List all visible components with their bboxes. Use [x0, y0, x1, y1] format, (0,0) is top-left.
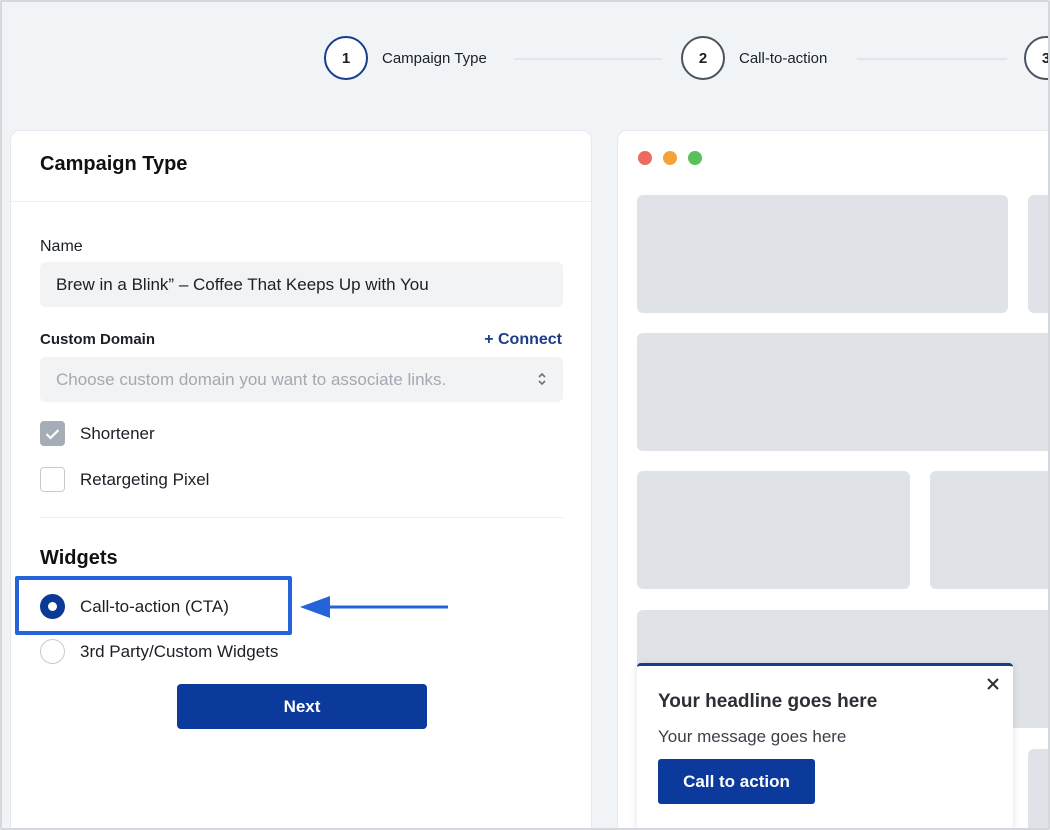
step-call-to-action[interactable]: 2 Call-to-action: [681, 36, 827, 80]
placeholder-block: [1028, 195, 1048, 313]
third-party-option[interactable]: 3rd Party/Custom Widgets: [40, 639, 278, 664]
next-button[interactable]: Next: [177, 684, 427, 729]
panel-title: Campaign Type: [40, 153, 188, 175]
placeholder-block: [637, 471, 910, 589]
cta-radio[interactable]: [40, 594, 65, 619]
chevron-up-down-icon: [537, 372, 547, 388]
step-campaign-type[interactable]: 1 Campaign Type: [324, 36, 487, 80]
checkmark-icon: [45, 428, 60, 440]
cta-option-label: Call-to-action (CTA): [80, 596, 229, 616]
retargeting-option[interactable]: Retargeting Pixel: [40, 467, 209, 492]
placeholder-block: [637, 333, 1048, 451]
third-party-radio[interactable]: [40, 639, 65, 664]
cta-option[interactable]: Call-to-action (CTA): [40, 594, 229, 619]
retargeting-checkbox[interactable]: [40, 467, 65, 492]
placeholder-block: [1028, 749, 1048, 828]
widgets-title: Widgets: [40, 547, 118, 569]
call-to-action-button[interactable]: Call to action: [658, 759, 815, 804]
window-close-dot: [638, 151, 652, 165]
connect-link[interactable]: + Connect: [484, 331, 562, 349]
app-frame: 1 Campaign Type 2 Call-to-action 3 Campa…: [0, 0, 1050, 830]
third-party-label: 3rd Party/Custom Widgets: [80, 641, 279, 661]
custom-domain-select[interactable]: Choose custom domain you want to associa…: [40, 357, 563, 402]
placeholder-block: [930, 471, 1048, 589]
cta-message: Your message goes here: [658, 727, 847, 746]
campaign-type-panel: Campaign Type Name Brew in a Blink” – Co…: [10, 130, 592, 828]
step-number: 3: [1024, 36, 1048, 80]
name-label: Name: [40, 238, 83, 255]
arrow-left-icon: [300, 596, 448, 618]
cta-headline: Your headline goes here: [658, 691, 878, 712]
shortener-option[interactable]: Shortener: [40, 421, 155, 446]
step-label: Call-to-action: [739, 49, 828, 67]
name-input[interactable]: Brew in a Blink” – Coffee That Keeps Up …: [40, 262, 563, 307]
shortener-label: Shortener: [80, 423, 155, 443]
close-icon[interactable]: [985, 676, 1001, 692]
step-label: Campaign Type: [382, 49, 487, 67]
custom-domain-placeholder: Choose custom domain you want to associa…: [56, 369, 447, 389]
custom-domain-label: Custom Domain: [40, 331, 156, 348]
preview-window: Your headline goes here Your message goe…: [617, 130, 1048, 828]
step-connector: [514, 58, 662, 60]
window-minimize-dot: [663, 151, 677, 165]
step-connector: [857, 58, 1007, 60]
step-number: 2: [681, 36, 725, 80]
stepper: 1 Campaign Type 2 Call-to-action 3: [2, 2, 1048, 114]
step-number: 1: [324, 36, 368, 80]
panel-divider: [11, 201, 591, 202]
cta-popup: Your headline goes here Your message goe…: [637, 663, 1013, 828]
retargeting-label: Retargeting Pixel: [80, 469, 210, 489]
shortener-checkbox[interactable]: [40, 421, 65, 446]
placeholder-block: [637, 195, 1008, 313]
section-divider: [40, 517, 563, 518]
step-third[interactable]: 3: [1024, 36, 1048, 80]
window-maximize-dot: [688, 151, 702, 165]
